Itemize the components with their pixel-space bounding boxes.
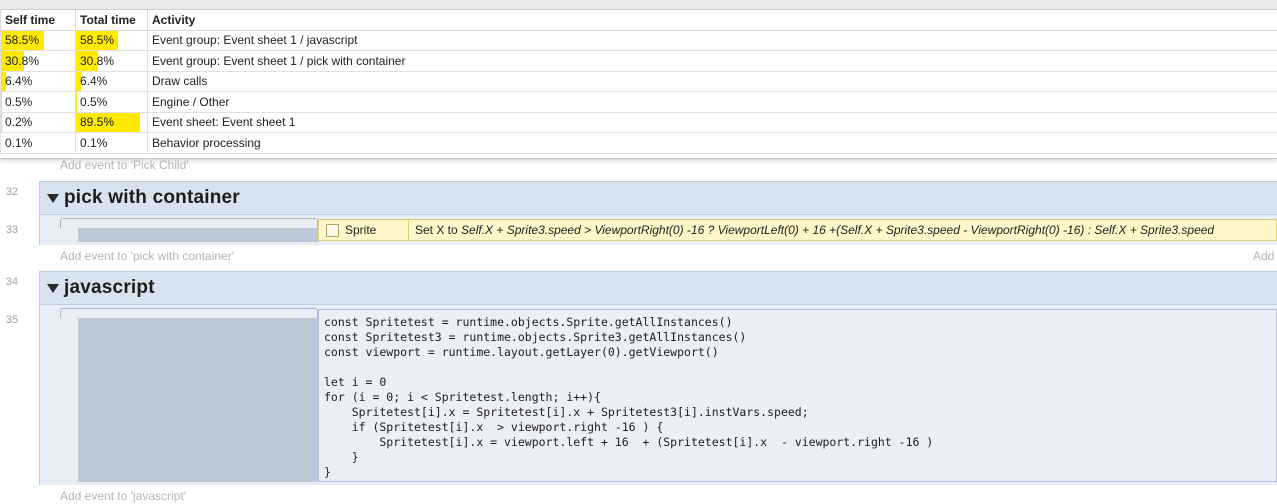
code-line: for (i = 0; i < Spritetest.length; i++){ <box>324 390 601 404</box>
self-time-cell: 6.4% <box>0 70 76 92</box>
activity-cell: Draw calls <box>147 70 1277 92</box>
add-action-link[interactable]: Add <box>1253 249 1274 263</box>
code-line: const Spritetest3 = runtime.objects.Spri… <box>324 330 747 344</box>
profiler-row[interactable]: 6.4% 6.4% Draw calls <box>0 70 1277 92</box>
action-expression: Self.X + Sprite3.speed > ViewportRight(0… <box>461 223 1215 237</box>
column-header-activity[interactable]: Activity <box>147 10 1277 31</box>
add-event-pick-child[interactable]: Add event to 'Pick Child' <box>60 158 189 172</box>
total-time-cell: 6.4% <box>75 70 148 92</box>
activity-cell: Behavior processing <box>147 132 1277 154</box>
code-line: const Spritetest = runtime.objects.Sprit… <box>324 315 733 329</box>
action-object-name: Sprite <box>345 223 377 237</box>
line-number: 34 <box>5 276 18 288</box>
total-time-cell: 89.5% <box>75 111 148 133</box>
code-line: } <box>324 450 359 464</box>
code-line: } <box>324 465 331 479</box>
self-time-cell: 30.8% <box>0 50 76 72</box>
code-line: const viewport = runtime.layout.getLayer… <box>324 345 719 359</box>
event-condition-area[interactable] <box>78 318 318 482</box>
column-header-self-time[interactable]: Self time <box>0 10 76 31</box>
event-condition-area[interactable] <box>78 228 318 242</box>
total-time-cell: 58.5% <box>75 29 148 51</box>
line-number: 33 <box>5 224 18 236</box>
code-line: Spritetest[i].x = viewport.left + 16 + (… <box>324 435 934 449</box>
profiler-row[interactable]: 0.1% 0.1% Behavior processing <box>0 132 1277 154</box>
action-prefix: Set X to <box>415 223 462 237</box>
activity-cell: Engine / Other <box>147 91 1277 113</box>
add-event-pick-with-container[interactable]: Add event to 'pick with container' <box>60 249 234 263</box>
event-condition-block[interactable] <box>60 308 318 318</box>
code-line: Spritetest[i].x = Spritetest[i].x + Spri… <box>324 405 809 419</box>
line-number: 32 <box>5 186 18 198</box>
collapse-triangle-icon[interactable] <box>47 283 59 293</box>
profiler-row[interactable]: 0.2% 89.5% Event sheet: Event sheet 1 <box>0 111 1277 133</box>
code-line: let i = 0 <box>324 375 387 389</box>
add-event-javascript[interactable]: Add event to 'javascript' <box>60 489 186 503</box>
action-text[interactable]: Set X to Self.X + Sprite3.speed > Viewpo… <box>409 223 1214 237</box>
total-time-cell: 30.8% <box>75 50 148 72</box>
activity-cell: Event group: Event sheet 1 / pick with c… <box>147 50 1277 72</box>
line-number: 35 <box>5 314 18 326</box>
event-condition-block[interactable] <box>60 218 318 228</box>
total-time-cell: 0.5% <box>75 91 148 113</box>
profiler-row[interactable]: 0.5% 0.5% Engine / Other <box>0 91 1277 113</box>
profiler-table: Self time Total time Activity 58.5% 58.5%… <box>0 10 1277 154</box>
script-block[interactable]: const Spritetest = runtime.objects.Sprit… <box>318 309 1277 482</box>
column-header-total-time[interactable]: Total time <box>75 10 148 31</box>
code-line: if (Spritetest[i].x > viewport.right -16… <box>324 420 664 434</box>
self-time-cell: 0.5% <box>0 91 76 113</box>
sprite-icon <box>326 223 339 237</box>
profiler-row[interactable]: 30.8% 30.8% Event group: Event sheet 1 / p… <box>0 50 1277 72</box>
action-row[interactable]: Sprite Set X to Self.X + Sprite3.speed >… <box>318 219 1277 241</box>
group-title: javascript <box>64 277 155 298</box>
profiler-toolbar <box>0 0 1277 10</box>
collapse-triangle-icon[interactable] <box>47 193 59 203</box>
activity-cell: Event group: Event sheet 1 / javascript <box>147 29 1277 51</box>
group-header-javascript[interactable]: javascript <box>39 271 1277 305</box>
group-title: pick with container <box>64 187 240 208</box>
activity-cell: Event sheet: Event sheet 1 <box>147 111 1277 133</box>
event-sheet-view: Add event to 'Pick Child' 32 pick with c… <box>0 0 1277 504</box>
group-header-pick-with-container[interactable]: pick with container <box>39 181 1277 215</box>
self-time-cell: 58.5% <box>0 29 76 51</box>
self-time-cell: 0.1% <box>0 132 76 154</box>
self-time-cell: 0.2% <box>0 111 76 133</box>
profiler-panel: Self time Total time Activity 58.5% 58.5%… <box>0 0 1277 159</box>
total-time-cell: 0.1% <box>75 132 148 154</box>
profiler-row[interactable]: 58.5% 58.5% Event group: Event sheet 1 / j… <box>0 29 1277 51</box>
action-object[interactable]: Sprite <box>319 220 409 240</box>
